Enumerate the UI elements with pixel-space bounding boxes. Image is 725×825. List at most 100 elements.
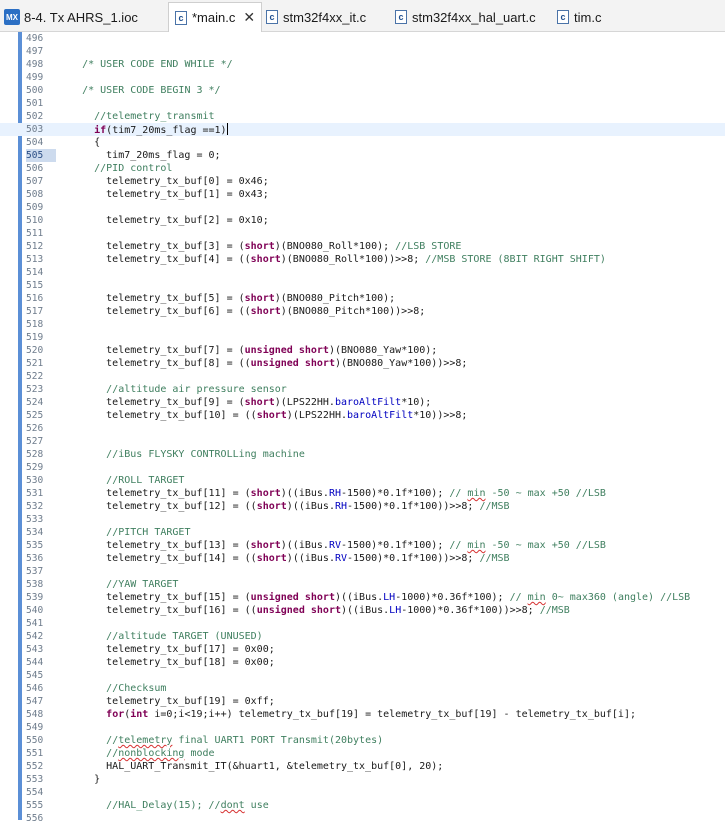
code-line[interactable]: 506 //PID control [0,162,725,175]
code-line[interactable]: 545 [0,669,725,682]
code-text: //HAL_Delay(15); //dont use [106,800,269,811]
code-line[interactable]: 532 telemetry_tx_buf[12] = ((short)((iBu… [0,500,725,513]
code-line[interactable]: 534 //PITCH TARGET [0,526,725,539]
code-text: telemetry_tx_buf[2] = 0x10; [58,215,269,226]
code-line[interactable]: 538 //YAW TARGET [0,578,725,591]
code-line[interactable]: 513 telemetry_tx_buf[4] = ((short)(BNO08… [0,253,725,266]
code-line[interactable]: 525 telemetry_tx_buf[10] = ((short)(LPS2… [0,409,725,422]
code-line[interactable]: 500 /* USER CODE BEGIN 3 */ [0,84,725,97]
line-number: 555 [26,800,44,811]
code-line[interactable]: 546 //Checksum [0,682,725,695]
c-file-icon: c [266,10,278,24]
close-icon[interactable]: ✕ [243,9,255,26]
code-line[interactable]: 552 HAL_UART_Transmit_IT(&huart1, &telem… [0,760,725,773]
code-line[interactable]: 523 //altitude air pressure sensor [0,383,725,396]
line-number: 520 [26,345,44,356]
line-number: 537 [26,566,44,577]
code-line[interactable]: 549 [0,721,725,734]
code-text: telemetry_tx_buf[14] = ((short)((iBus.RV… [58,553,510,564]
code-line[interactable]: 503 if(tim7_20ms_flag ==1) [0,123,725,136]
code-text: telemetry_tx_buf[1] = 0x43; [58,189,269,200]
code-line[interactable]: 531 telemetry_tx_buf[11] = (short)((iBus… [0,487,725,500]
code-line[interactable]: 539 telemetry_tx_buf[15] = (unsigned sho… [0,591,725,604]
code-line[interactable]: 548 for(int i=0;i<19;i++) telemetry_tx_b… [0,708,725,721]
code-line[interactable]: 522 [0,370,725,383]
line-number: 515 [26,280,44,291]
line-number: 513 [26,254,44,265]
line-number: 545 [26,670,44,681]
code-line[interactable]: 544 telemetry_tx_buf[18] = 0x00; [0,656,725,669]
code-text: //telemetry final UART1 PORT Transmit(20… [106,735,384,746]
code-line[interactable]: 508 telemetry_tx_buf[1] = 0x43; [0,188,725,201]
line-number: 547 [26,696,44,707]
code-line[interactable]: 510 telemetry_tx_buf[2] = 0x10; [0,214,725,227]
editor-tab-bar: MX 8-4. Tx AHRS_1.ioc c *main.c ✕ c stm3… [0,0,725,32]
code-line[interactable]: 497 [0,45,725,58]
code-text: if(tim7_20ms_flag ==1) [94,123,228,136]
code-line[interactable]: 551 //nonblocking mode [0,747,725,760]
code-text: { [58,137,101,148]
code-line[interactable]: 554 [0,786,725,799]
code-line[interactable]: 512 telemetry_tx_buf[3] = (short)(BNO080… [0,240,725,253]
tab-main-c[interactable]: c *main.c ✕ [168,2,263,32]
code-line[interactable]: 515 [0,279,725,292]
code-text: HAL_UART_Transmit_IT(&huart1, &telemetry… [58,761,444,772]
code-text: telemetry_tx_buf[18] = 0x00; [58,657,275,668]
line-number: 523 [26,384,44,395]
code-line[interactable]: 542 //altitude TARGET (UNUSED) [0,630,725,643]
code-line[interactable]: 550 //telemetry final UART1 PORT Transmi… [0,734,725,747]
code-line[interactable]: 505 tim7_20ms_flag = 0; [0,149,725,162]
code-line[interactable]: 553 } [0,773,725,786]
code-line[interactable]: 541 [0,617,725,630]
code-line[interactable]: 535 telemetry_tx_buf[13] = (short)((iBus… [0,539,725,552]
code-line[interactable]: 504 { [0,136,725,149]
code-line[interactable]: 517 telemetry_tx_buf[6] = ((short)(BNO08… [0,305,725,318]
code-line[interactable]: 529 [0,461,725,474]
code-line[interactable]: 521 telemetry_tx_buf[8] = ((unsigned sho… [0,357,725,370]
code-line[interactable]: 536 telemetry_tx_buf[14] = ((short)((iBu… [0,552,725,565]
line-number: 539 [26,592,44,603]
code-line[interactable]: 516 telemetry_tx_buf[5] = (short)(BNO080… [0,292,725,305]
tab-stm32f4xx-it-c[interactable]: c stm32f4xx_it.c [266,3,366,31]
code-line[interactable]: 540 telemetry_tx_buf[16] = ((unsigned sh… [0,604,725,617]
code-line[interactable]: 509 [0,201,725,214]
code-line[interactable]: 496 [0,32,725,45]
line-number: 506 [26,163,44,174]
code-line[interactable]: 530 //ROLL TARGET [0,474,725,487]
tab-ioc[interactable]: MX 8-4. Tx AHRS_1.ioc [4,3,138,31]
code-line[interactable]: 511 [0,227,725,240]
code-line[interactable]: 518 [0,318,725,331]
code-line[interactable]: 527 [0,435,725,448]
code-line[interactable]: 543 telemetry_tx_buf[17] = 0x00; [0,643,725,656]
code-line[interactable]: 519 [0,331,725,344]
line-number: 514 [26,267,44,278]
line-number: 522 [26,371,44,382]
code-line[interactable]: 524 telemetry_tx_buf[9] = (short)(LPS22H… [0,396,725,409]
code-line[interactable]: 520 telemetry_tx_buf[7] = (unsigned shor… [0,344,725,357]
line-number: 521 [26,358,44,369]
tab-stm32f4xx-hal-uart-c[interactable]: c stm32f4xx_hal_uart.c [395,3,536,31]
code-line[interactable]: 547 telemetry_tx_buf[19] = 0xff; [0,695,725,708]
line-number: 544 [26,657,44,668]
code-line[interactable]: 514 [0,266,725,279]
code-line[interactable]: 499 [0,71,725,84]
code-line[interactable]: 507 telemetry_tx_buf[0] = 0x46; [0,175,725,188]
code-text: telemetry_tx_buf[4] = ((short)(BNO080_Ro… [58,254,606,265]
line-number: 548 [26,709,44,720]
code-line[interactable]: 537 [0,565,725,578]
code-text: //altitude air pressure sensor [106,384,287,395]
code-line[interactable]: 498 /* USER CODE END WHILE */ [0,58,725,71]
code-line[interactable]: 555 //HAL_Delay(15); //dont use [0,799,725,812]
code-line[interactable]: 533 [0,513,725,526]
code-text: //nonblocking mode [106,748,215,759]
tab-tim-c[interactable]: c tim.c [557,3,601,31]
code-line[interactable]: 556 [0,812,725,825]
code-editor[interactable]: 496 497 498 /* USER CODE END WHILE */499 50… [0,32,725,824]
code-line[interactable]: 528 //iBus FLYSKY CONTROLLing machine [0,448,725,461]
code-line[interactable]: 526 [0,422,725,435]
line-number: 552 [26,761,44,772]
code-text: //YAW TARGET [106,579,179,590]
code-line[interactable]: 501 [0,97,725,110]
code-text: telemetry_tx_buf[12] = ((short)((iBus.RH… [58,501,510,512]
code-line[interactable]: 502 //telemetry_transmit [0,110,725,123]
